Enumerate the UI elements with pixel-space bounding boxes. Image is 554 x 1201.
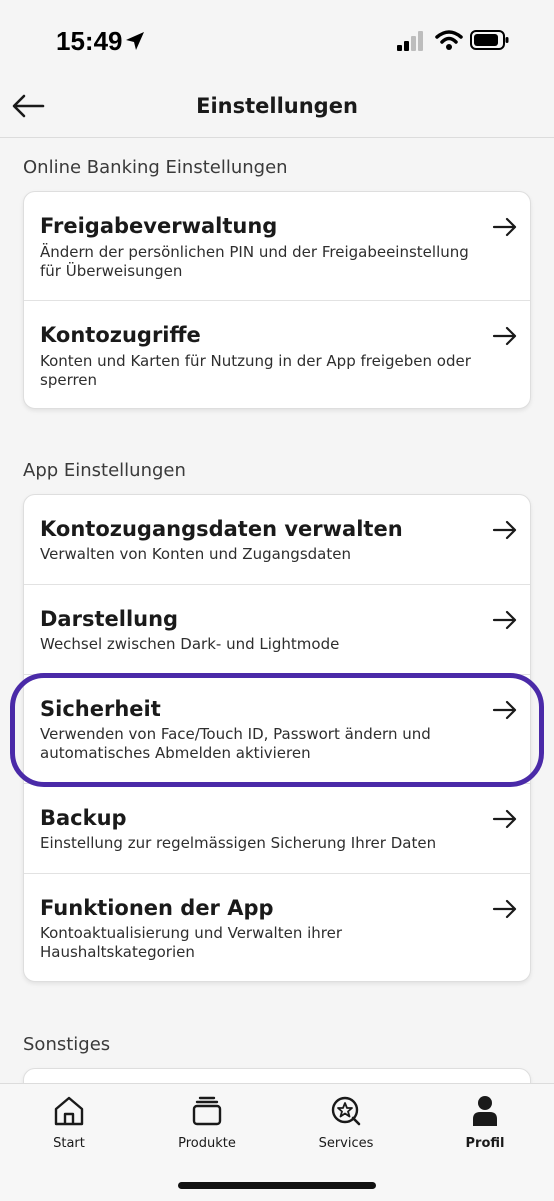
arrow-right-icon	[492, 610, 517, 630]
wifi-icon	[435, 30, 463, 50]
item-description: Verwenden von Face/Touch ID, Passwort än…	[40, 725, 431, 762]
section-title-app-settings: App Einstellungen	[23, 460, 186, 481]
status-bar: 15:49	[0, 0, 554, 84]
item-title: Kontozugriffe	[40, 323, 201, 347]
item-description: Ändern der persönlichen PIN und der Frei…	[40, 243, 469, 280]
tab-produkte[interactable]: Produkte	[152, 1094, 262, 1160]
tab-profil[interactable]: Profil	[430, 1094, 540, 1160]
arrow-right-icon	[492, 809, 517, 829]
tab-label: Profil	[465, 1136, 505, 1151]
section-title-sonstiges: Sonstiges	[23, 1034, 111, 1055]
item-title: Backup	[40, 806, 127, 830]
card-online-banking: Freigabeverwaltung Ändern der persönlich…	[23, 191, 531, 409]
cellular-signal-icon	[397, 31, 423, 51]
page-title: Einstellungen	[196, 94, 358, 118]
stack-icon	[192, 1096, 222, 1126]
settings-item-sicherheit[interactable]: Sicherheit Verwenden von Face/Touch ID, …	[24, 675, 530, 784]
settings-item-kontozugriffe[interactable]: Kontozugriffe Konten und Karten für Nutz…	[24, 301, 530, 408]
item-description: Verwalten von Konten und Zugangsdaten	[40, 545, 351, 563]
item-title: Kontozugangsdaten verwalten	[40, 517, 403, 541]
navigation-bar: Einstellungen	[0, 84, 554, 138]
tab-services[interactable]: Services	[291, 1094, 401, 1160]
item-description: Wechsel zwischen Dark- und Lightmode	[40, 635, 340, 653]
settings-item-kontozugangsdaten[interactable]: Kontozugangsdaten verwalten Verwalten vo…	[24, 495, 530, 585]
item-title: Freigabeverwaltung	[40, 214, 278, 238]
status-time: 15:49	[56, 26, 123, 56]
settings-item-darstellung[interactable]: Darstellung Wechsel zwischen Dark- und L…	[24, 585, 530, 675]
tab-start[interactable]: Start	[14, 1094, 124, 1160]
arrow-right-icon	[492, 520, 517, 540]
tab-label: Start	[53, 1136, 85, 1151]
arrow-right-icon	[492, 700, 517, 720]
item-description: Kontoaktualisierung und Verwalten ihrer …	[40, 924, 343, 961]
card-app-settings: Kontozugangsdaten verwalten Verwalten vo…	[23, 494, 531, 982]
item-title: Funktionen der App	[40, 896, 274, 920]
item-description: Einstellung zur regelmässigen Sicherung …	[40, 834, 437, 852]
home-indicator	[178, 1182, 376, 1189]
tab-label: Services	[318, 1136, 374, 1151]
settings-item-funktionen[interactable]: Funktionen der App Kontoaktualisierung u…	[24, 874, 530, 981]
section-title-online-banking: Online Banking Einstellungen	[23, 157, 288, 178]
home-icon	[54, 1096, 84, 1126]
settings-item-backup[interactable]: Backup Einstellung zur regelmässigen Sic…	[24, 784, 530, 874]
item-title: Sicherheit	[40, 697, 161, 721]
services-star-icon	[331, 1096, 361, 1126]
tab-label: Produkte	[178, 1136, 236, 1151]
arrow-right-icon	[492, 899, 517, 919]
settings-item-freigabeverwaltung[interactable]: Freigabeverwaltung Ändern der persönlich…	[24, 192, 530, 301]
location-arrow-icon	[126, 32, 144, 50]
battery-icon	[470, 30, 509, 50]
item-description: Konten und Karten für Nutzung in der App…	[40, 352, 471, 389]
person-icon	[473, 1096, 497, 1126]
arrow-right-icon	[492, 217, 517, 237]
arrow-right-icon	[492, 326, 517, 346]
item-title: Darstellung	[40, 607, 179, 631]
